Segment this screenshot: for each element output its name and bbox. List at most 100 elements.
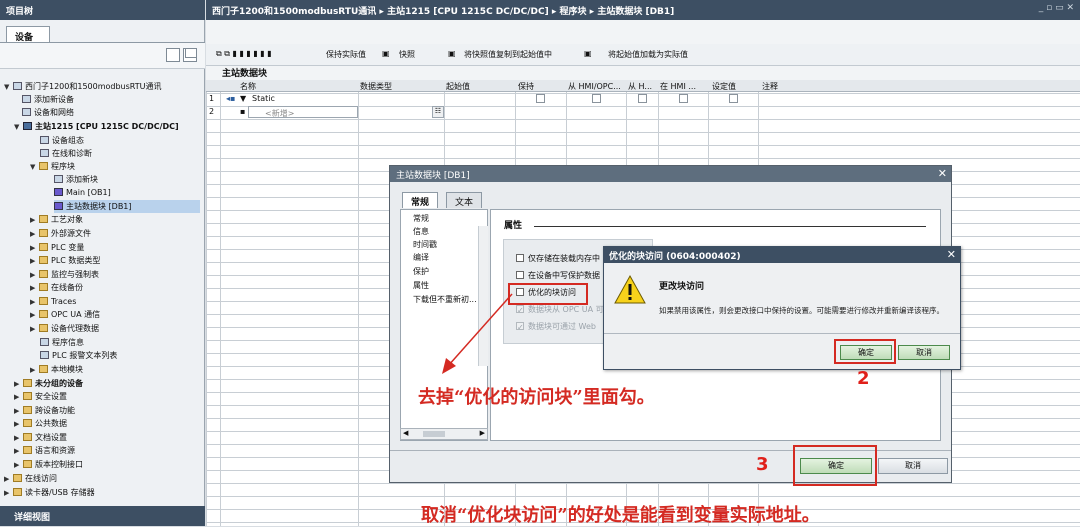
collapse-icon[interactable]: ▶ [14, 418, 23, 431]
col-hmi-access[interactable]: 从 HMI/OPC... [568, 81, 621, 92]
checkbox[interactable] [516, 254, 524, 262]
retain-checkbox[interactable] [536, 94, 545, 103]
tree-item[interactable]: ▶ PLC 数据类型 [30, 254, 100, 267]
collapse-icon[interactable]: ▶ [14, 445, 23, 458]
col-comment[interactable]: 注释 [762, 81, 778, 92]
collapse-icon[interactable]: ▶ [30, 364, 39, 377]
hmi-access-checkbox[interactable] [592, 94, 601, 103]
col-start-value[interactable]: 起始值 [446, 81, 470, 92]
col-hmi-write[interactable]: 从 H... [628, 81, 652, 92]
tree-item[interactable]: ▶ 读卡器/USB 存储器 [4, 486, 95, 499]
tree-item[interactable]: 设备组态 [40, 134, 84, 147]
nav-protection[interactable]: 保护 [413, 266, 429, 277]
tree-item[interactable]: ▶ 在线访问 [4, 472, 57, 485]
new-row-input[interactable]: <新增> [248, 106, 358, 118]
tree-item[interactable]: ▶ Traces [30, 295, 76, 308]
copy-snapshot-button[interactable]: 将快照值复制到起始值中 [464, 49, 552, 60]
tree-item[interactable]: ▶ 工艺对象 [30, 213, 83, 226]
tree-item[interactable]: 设备和网络 [22, 106, 74, 119]
tab-devices[interactable]: 设备 [6, 26, 50, 43]
collapse-icon[interactable]: ▶ [4, 473, 13, 486]
nav-compile[interactable]: 编译 [413, 252, 429, 263]
horizontal-scrollbar[interactable]: ◀ ▶ [400, 428, 488, 440]
load-start-button[interactable]: 将起始值加载为实际值 [608, 49, 688, 60]
nav-info[interactable]: 信息 [413, 226, 429, 237]
confirm-cancel-button[interactable]: 取消 [898, 345, 950, 360]
nav-attributes[interactable]: 属性 [413, 280, 429, 291]
collapse-icon[interactable]: ▶ [4, 487, 13, 500]
tree-item[interactable]: ▶ OPC UA 通信 [30, 308, 100, 321]
collapse-icon[interactable]: ▶ [30, 228, 39, 241]
tree-item[interactable]: ▶ 本地模块 [30, 363, 83, 376]
grid-toggle-icon[interactable] [185, 48, 197, 58]
tab-text[interactable]: 文本 [446, 192, 483, 208]
toolbar-icons[interactable]: ⧉ ⧉ ▮ ▮ ▮ ▮ ▮ ▮ [216, 49, 272, 59]
collapse-icon[interactable]: ▶ [30, 282, 39, 295]
details-view-title[interactable]: 详细视图 [0, 506, 205, 526]
expand-icon[interactable]: ▼ [30, 161, 39, 174]
tree-item[interactable]: ▶ 监控与强制表 [30, 268, 99, 281]
collapse-icon[interactable]: ▶ [14, 459, 23, 472]
datatype-picker-icon[interactable]: ☷ [432, 106, 444, 118]
load-start-icon[interactable]: ▣ [584, 49, 592, 58]
hmi-write-checkbox[interactable] [638, 94, 647, 103]
option-load-memory-only[interactable]: 仅存储在装载内存中 [516, 253, 600, 264]
scroll-left-icon[interactable]: ◀ [403, 429, 408, 437]
collapse-icon[interactable]: ▶ [30, 323, 39, 336]
col-datatype[interactable]: 数据类型 [360, 81, 392, 92]
cancel-button[interactable]: 取消 [878, 458, 948, 474]
close-icon[interactable]: ✕ [947, 248, 956, 261]
snapshot-button[interactable]: 快照 [399, 49, 415, 60]
col-name[interactable]: 名称 [240, 81, 256, 92]
col-retain[interactable]: 保持 [518, 81, 534, 92]
window-controls[interactable]: _ ▫ ▭ ✕ [1039, 3, 1074, 13]
scroll-thumb[interactable] [423, 431, 445, 437]
tree-item-selected[interactable]: 主站数据块 [DB1] [54, 200, 200, 213]
tree-item[interactable]: ▶ 文档设置 [14, 431, 67, 444]
tab-general[interactable]: 常规 [402, 192, 439, 208]
tree-item[interactable]: 添加新设备 [22, 93, 74, 106]
tree-item[interactable]: ▶ 未分组的设备 [14, 377, 83, 390]
breadcrumb-cpu[interactable]: 主站1215 [CPU 1215C DC/DC/DC] [387, 7, 549, 17]
close-icon[interactable]: ✕ [938, 167, 947, 180]
tree-item[interactable]: ▶ 公共数据 [14, 417, 67, 430]
tree-item[interactable]: Main [OB1] [54, 186, 111, 199]
scroll-right-icon[interactable]: ▶ [480, 429, 485, 437]
checkbox[interactable] [516, 271, 524, 279]
nav-general[interactable]: 常规 [413, 213, 429, 224]
tree-item[interactable]: ▶ 跨设备功能 [14, 404, 75, 417]
keep-actual-button[interactable]: 保持实际值 [326, 49, 366, 60]
expand-icon[interactable]: ▼ [240, 94, 246, 103]
copy-snapshot-icon[interactable]: ▣ [448, 49, 456, 58]
tree-item[interactable]: ▼ 主站1215 [CPU 1215C DC/DC/DC] [14, 120, 179, 133]
breadcrumb-program-blocks[interactable]: 程序块 [560, 7, 587, 17]
col-setpoint[interactable]: 设定值 [712, 81, 736, 92]
tree-item[interactable]: 添加新块 [54, 173, 98, 186]
breadcrumb-project[interactable]: 西门子1200和1500modbusRTU通讯 [212, 7, 376, 17]
tree-item[interactable]: 在线和诊断 [40, 147, 92, 160]
overview-icon[interactable] [166, 48, 180, 62]
tree-item[interactable]: PLC 报警文本列表 [40, 349, 117, 362]
tree-item[interactable]: ▶ 在线备份 [30, 281, 83, 294]
snapshot-icon[interactable]: ▣ [382, 49, 390, 58]
collapse-icon[interactable]: ▶ [30, 255, 39, 268]
hmi-visible-checkbox[interactable] [679, 94, 688, 103]
tree-item[interactable]: ▼ 程序块 [30, 160, 75, 173]
tree-item[interactable]: ▼ 西门子1200和1500modbusRTU通讯 [4, 80, 162, 93]
breadcrumb-db[interactable]: 主站数据块 [DB1] [597, 7, 674, 17]
row-name[interactable]: Static [252, 94, 275, 103]
tree-item[interactable]: 程序信息 [40, 336, 84, 349]
tree-item[interactable]: ▶ PLC 变量 [30, 241, 84, 254]
col-hmi-visible[interactable]: 在 HMI ... [660, 81, 696, 92]
setpoint-checkbox[interactable] [729, 94, 738, 103]
option-write-protect[interactable]: 在设备中写保护数据 [516, 270, 600, 281]
collapse-icon[interactable]: ▶ [14, 391, 23, 404]
tree-item[interactable]: ▶ 语言和资源 [14, 444, 75, 457]
tree-item[interactable]: ▶ 外部源文件 [30, 227, 91, 240]
tree-item[interactable]: ▶ 版本控制接口 [14, 458, 83, 471]
tree-item[interactable]: ▶ 安全设置 [14, 390, 67, 403]
collapse-icon[interactable]: ▶ [30, 309, 39, 322]
nav-timestamp[interactable]: 时间戳 [413, 239, 437, 250]
tree-item[interactable]: ▶ 设备代理数据 [30, 322, 99, 335]
expand-icon[interactable]: ▼ [14, 121, 23, 134]
